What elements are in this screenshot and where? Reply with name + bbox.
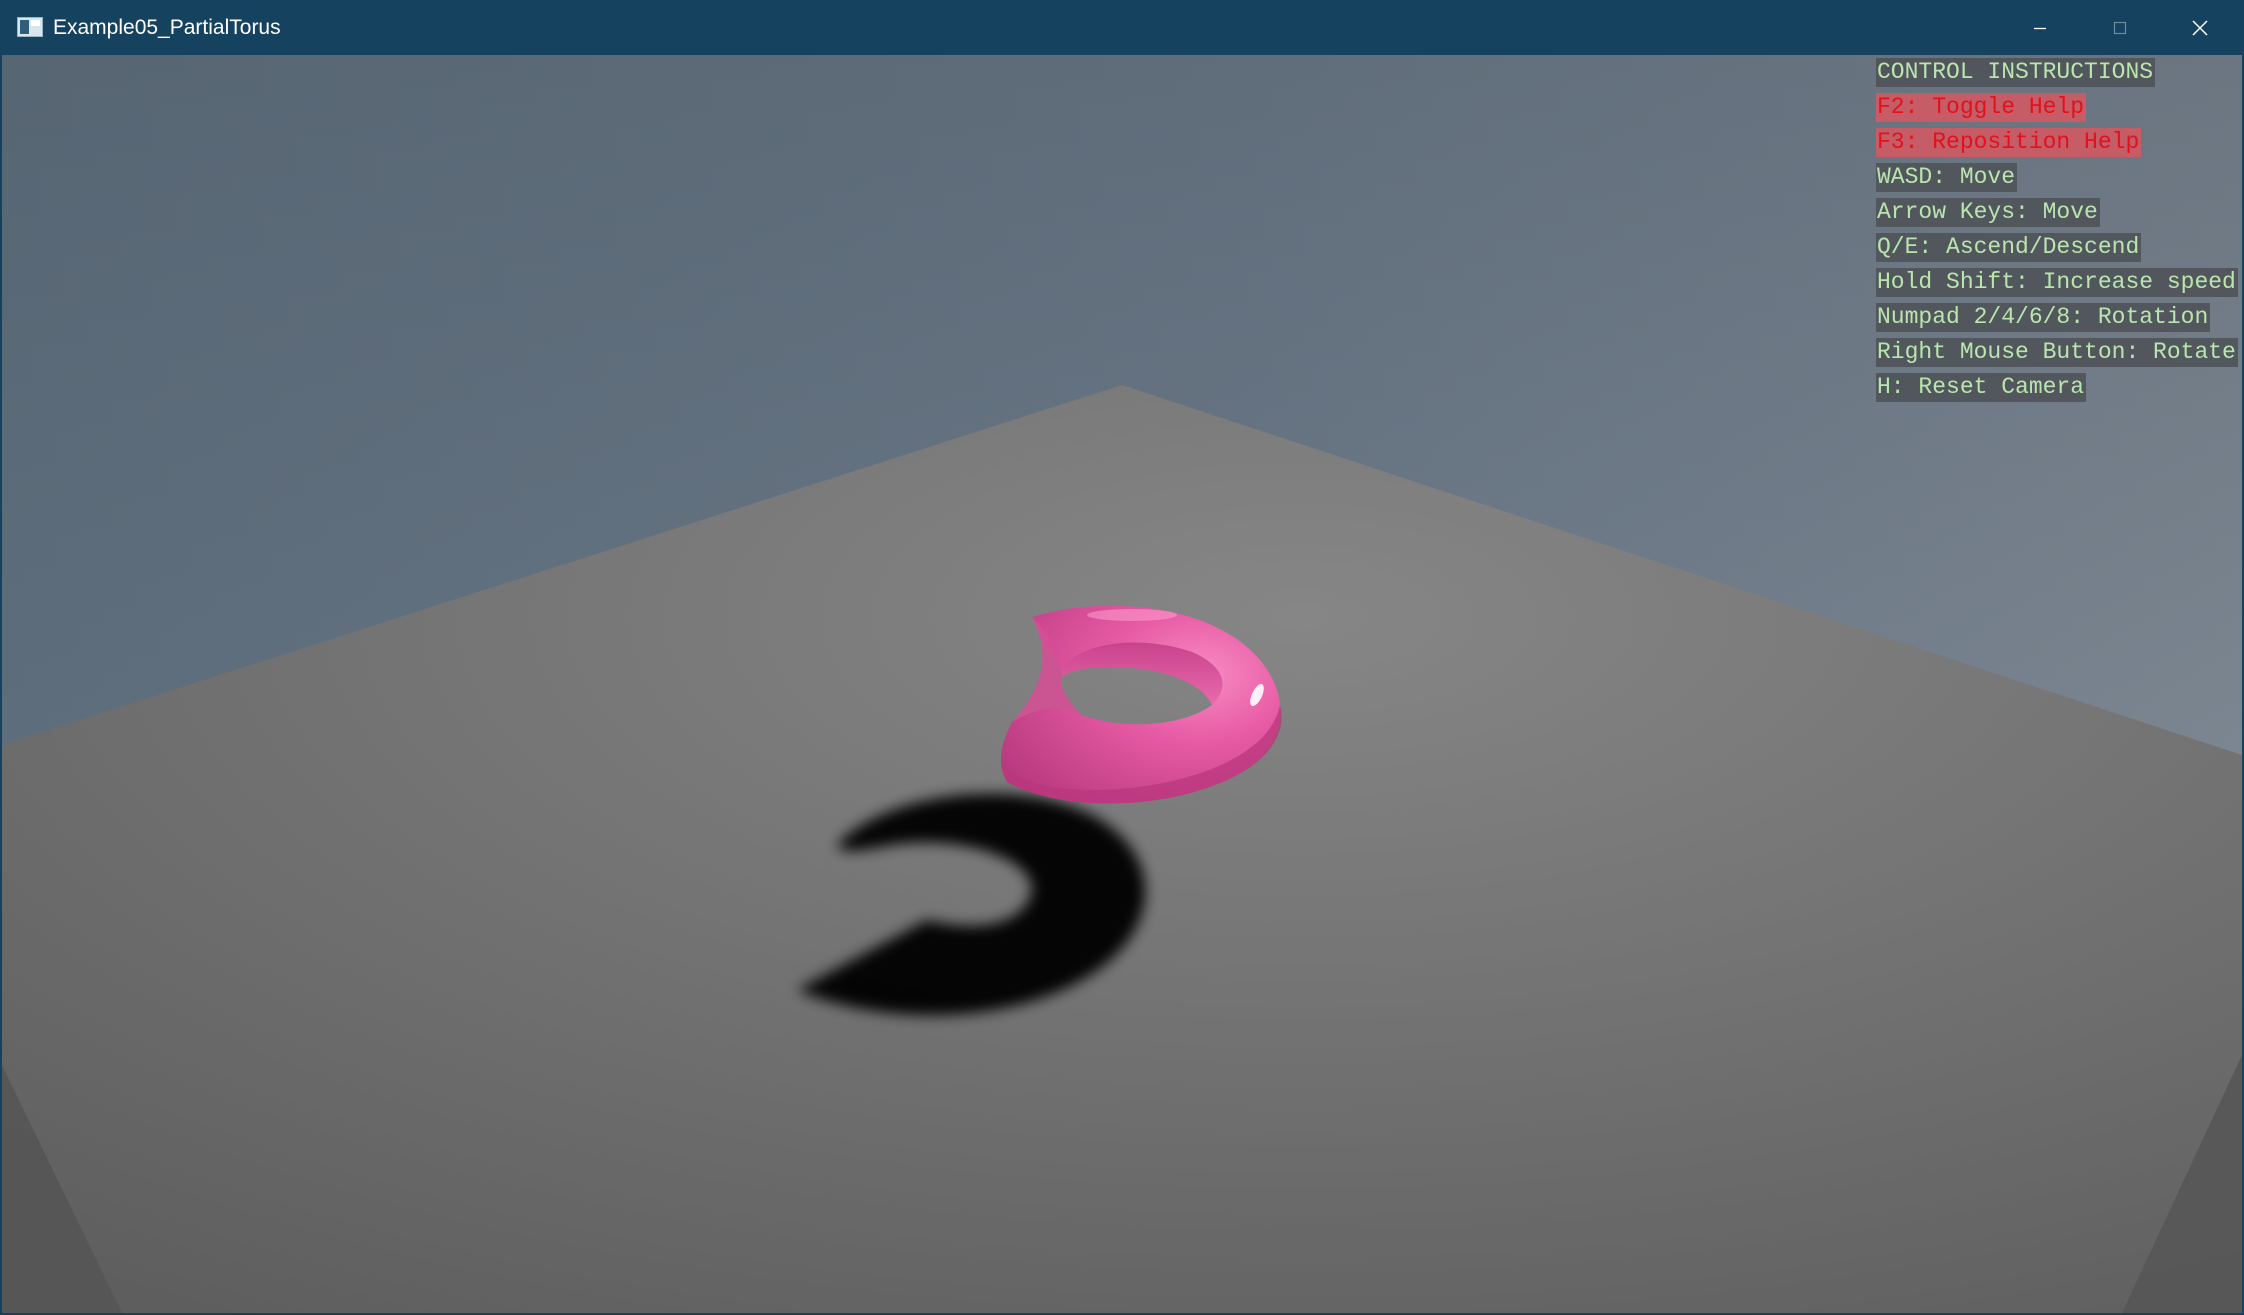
help-line-mouse: Right Mouse Button: Rotate [1876,338,2238,367]
help-line-shift: Hold Shift: Increase speed [1876,268,2238,297]
close-button[interactable] [2160,0,2240,55]
help-line-numpad: Numpad 2/4/6/8: Rotation [1876,303,2211,332]
app-window: Example05_PartialTorus CONTROL INSTRUCTI… [0,0,2244,1315]
help-line-title: CONTROL INSTRUCTIONS [1876,58,2156,87]
help-line-reposition-help: F3: Reposition Help [1876,128,2142,157]
window-title: Example05_PartialTorus [53,16,281,39]
title-bar[interactable]: Example05_PartialTorus [0,0,2244,55]
maximize-button[interactable] [2080,0,2160,55]
help-line-ascend: Q/E: Ascend/Descend [1876,233,2142,262]
help-line-wasd: WASD: Move [1876,163,2018,192]
minimize-button[interactable] [2000,0,2080,55]
render-viewport[interactable]: CONTROL INSTRUCTIONS F2: Toggle Help F3:… [2,55,2242,1313]
close-icon [2192,19,2208,36]
help-line-reset: H: Reset Camera [1876,373,2087,402]
help-line-arrow-keys: Arrow Keys: Move [1876,198,2100,227]
help-line-toggle-help: F2: Toggle Help [1876,93,2087,122]
window-app-icon [17,17,43,37]
maximize-icon [2113,21,2127,34]
minimize-icon [2034,27,2046,29]
